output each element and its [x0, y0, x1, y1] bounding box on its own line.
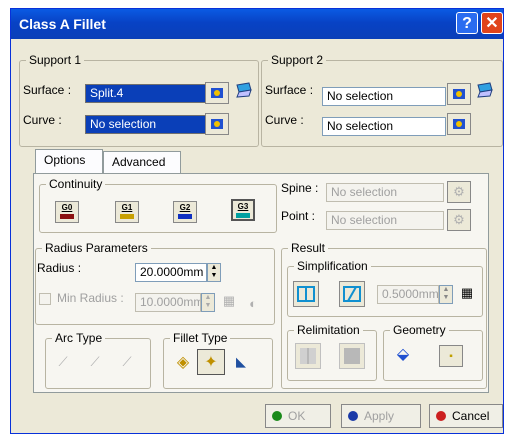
- point-field[interactable]: No selection: [326, 211, 444, 230]
- g1-label: G1: [121, 203, 133, 212]
- g1-continuity-button[interactable]: G1: [115, 201, 139, 223]
- support1-legend: Support 1: [29, 53, 82, 67]
- support1-surface-label: Surface :: [23, 83, 72, 97]
- cancel-button[interactable]: Cancel: [429, 404, 503, 428]
- fillet-type-variable-icon[interactable]: ◈: [171, 351, 195, 373]
- radius-input[interactable]: 20.0000mm: [135, 263, 207, 282]
- tab-options[interactable]: Options: [35, 149, 103, 173]
- support1-curve-label: Curve :: [23, 113, 62, 127]
- cancel-label: Cancel: [452, 409, 490, 423]
- result-legend: Result: [291, 241, 326, 255]
- ok-button[interactable]: OK: [265, 404, 331, 428]
- dialog-title: Class A Fillet: [19, 16, 106, 32]
- support2-surface-label: Surface :: [265, 83, 314, 97]
- geometry-point-icon[interactable]: ▪: [439, 345, 463, 367]
- apply-icon: [348, 411, 358, 421]
- relimitation-legend: Relimitation: [297, 323, 360, 337]
- radius-spinner[interactable]: ▲ ▼: [207, 263, 221, 282]
- ok-label: OK: [288, 409, 306, 423]
- radius-parameters-group: Radius Parameters: [35, 241, 275, 325]
- curve-select-icon[interactable]: [205, 113, 229, 135]
- support2-surface-field[interactable]: No selection: [322, 87, 446, 106]
- support1-surface-field[interactable]: Split.4: [85, 84, 211, 103]
- arc-type-approx-icon[interactable]: ⟋: [83, 351, 107, 373]
- g3-continuity-button[interactable]: G3: [231, 199, 255, 221]
- continuity-legend: Continuity: [49, 177, 103, 191]
- apply-label: Apply: [364, 409, 395, 423]
- title-bar: Class A Fillet ? ✕: [11, 9, 503, 39]
- relimitation-trim-button[interactable]: [295, 343, 321, 369]
- support2-curve-field[interactable]: No selection: [322, 117, 446, 136]
- cancel-icon: [436, 411, 446, 421]
- point-select-icon[interactable]: ⚙: [447, 209, 471, 231]
- class-a-fillet-dialog: Class A Fillet ? ✕ Support 1 Surface : S…: [10, 8, 504, 434]
- fillet-type-chordal-icon[interactable]: ✦: [197, 349, 225, 375]
- close-button[interactable]: ✕: [481, 12, 503, 34]
- arc-type-exact-icon[interactable]: ⟋: [115, 351, 139, 373]
- arc-type-blend-icon[interactable]: ⟋: [51, 351, 75, 373]
- help-button[interactable]: ?: [456, 12, 478, 34]
- simplification-legend: Simplification: [297, 259, 368, 273]
- radius-parameters-legend: Radius Parameters: [45, 241, 148, 255]
- support1-curve-field[interactable]: No selection: [85, 115, 211, 134]
- simplification-merge-button[interactable]: [339, 281, 365, 307]
- g0-continuity-button[interactable]: G0: [55, 201, 79, 223]
- min-radius-spinner[interactable]: ▲ ▼: [201, 293, 215, 312]
- apply-button[interactable]: Apply: [341, 404, 421, 428]
- radius-label: Radius :: [37, 261, 82, 275]
- relimitation-untrim-button[interactable]: [339, 343, 365, 369]
- arc-type-legend: Arc Type: [55, 331, 103, 345]
- surface2-explorer-icon[interactable]: [473, 79, 497, 101]
- curve2-select-icon[interactable]: [447, 113, 471, 135]
- g0-label: G0: [61, 203, 73, 212]
- g2-continuity-button[interactable]: G2: [173, 201, 197, 223]
- formula-icon[interactable]: ▦: [217, 290, 241, 312]
- simplification-formula-icon[interactable]: ▦: [455, 282, 479, 304]
- surface-select-icon[interactable]: [205, 82, 229, 104]
- min-radius-label: Min Radius :: [57, 291, 124, 305]
- surface2-select-icon[interactable]: [447, 83, 471, 105]
- support2-curve-label: Curve :: [265, 113, 304, 127]
- min-radius-input[interactable]: 10.0000mm: [135, 293, 201, 312]
- support2-legend: Support 2: [271, 53, 324, 67]
- g3-label: G3: [237, 202, 249, 211]
- spine-select-icon[interactable]: ⚙: [447, 181, 471, 203]
- simplification-spinner[interactable]: ▲ ▼: [439, 285, 453, 304]
- law-icon[interactable]: ◐: [241, 292, 265, 314]
- point-label: Point :: [281, 209, 316, 223]
- min-radius-checkbox[interactable]: [39, 293, 51, 305]
- fillet-type-legend: Fillet Type: [173, 331, 228, 345]
- spine-label: Spine :: [281, 181, 319, 195]
- spine-field[interactable]: No selection: [326, 183, 444, 202]
- simplification-tolerance-input[interactable]: 0.5000mm: [377, 285, 439, 304]
- simplification-split-button[interactable]: [293, 281, 319, 307]
- g2-label: G2: [179, 203, 191, 212]
- fillet-type-constant-icon[interactable]: ◣: [229, 351, 253, 373]
- geometry-surface-icon[interactable]: ⬙: [391, 343, 415, 365]
- tab-advanced[interactable]: Advanced: [103, 151, 181, 173]
- surface-explorer-icon[interactable]: [232, 79, 256, 101]
- ok-icon: [272, 411, 282, 421]
- geometry-legend: Geometry: [393, 323, 446, 337]
